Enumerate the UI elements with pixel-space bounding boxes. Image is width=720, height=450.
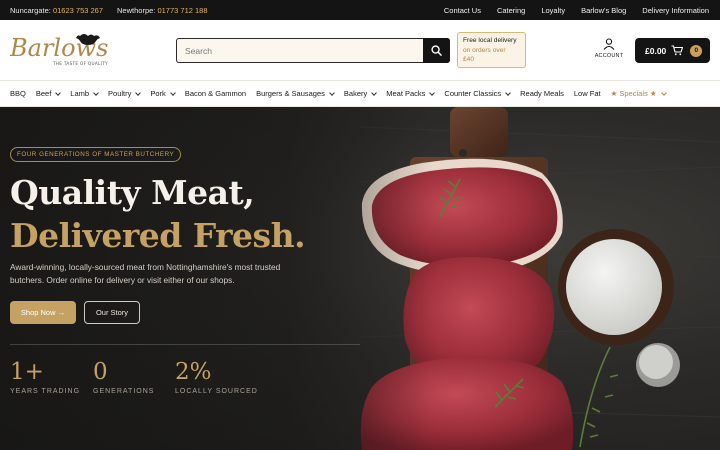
nav-item-burgers-sausages[interactable]: Burgers & Sausages — [256, 89, 335, 98]
utility-links: Contact Us Catering Loyalty Barlow's Blo… — [444, 0, 709, 20]
user-icon — [603, 38, 615, 50]
nav-item-ready-meals[interactable]: Ready Meals — [520, 89, 564, 98]
nav-label: ★ Specials ★ — [610, 89, 657, 98]
search-input[interactable] — [177, 39, 423, 62]
stat-value: 2% — [175, 359, 212, 385]
search-button[interactable] — [423, 38, 450, 63]
nav-label: BBQ — [10, 89, 26, 98]
delivery-information-link[interactable]: Delivery Information — [642, 6, 709, 15]
our-story-button[interactable]: Our Story — [84, 301, 140, 324]
stat-label: LOCALLY SOURCED — [175, 388, 258, 395]
chevron-down-icon — [169, 89, 176, 96]
chevron-down-icon — [660, 89, 667, 96]
search-bar — [176, 38, 450, 63]
shop-phones: Nuncargate: 01623 753 267 Newthorpe: 017… — [10, 0, 208, 20]
hero-banner: FOUR GENERATIONS OF MASTER BUTCHERY Qual… — [0, 107, 720, 450]
delivery-promo-line3: £40 — [463, 56, 475, 63]
nav-item-low-fat[interactable]: Low Fat — [574, 89, 601, 98]
nav-item-bbq[interactable]: BBQ — [10, 89, 26, 98]
search-icon — [431, 45, 442, 56]
nav-item-bacon-gammon[interactable]: Bacon & Gammon — [185, 89, 246, 98]
nav-item-counter-classics[interactable]: Counter Classics — [444, 89, 511, 98]
site-header: Barlows THE TASTE OF QUALITY Free local … — [0, 20, 720, 81]
newthorpe-contact: Newthorpe: 01773 712 188 — [117, 6, 208, 15]
top-bar: Nuncargate: 01623 753 267 Newthorpe: 017… — [0, 0, 720, 20]
nav-item-beef[interactable]: Beef — [35, 89, 62, 98]
nav-label: Ready Meals — [520, 89, 564, 98]
nav-item-bakery[interactable]: Bakery — [343, 89, 378, 98]
chevron-down-icon — [93, 89, 99, 96]
account-link[interactable]: ACCOUNT — [590, 36, 628, 66]
account-label: ACCOUNT — [594, 53, 624, 59]
stat-value: 0 — [93, 359, 108, 385]
stat-value: 1+ — [10, 359, 44, 385]
newthorpe-phone-link[interactable]: 01773 712 188 — [157, 6, 207, 15]
nuncargate-phone-link[interactable]: 01623 753 267 — [53, 6, 103, 15]
chevron-down-icon — [55, 89, 62, 96]
cart-button[interactable]: £0.00 0 — [635, 38, 710, 63]
loyalty-link[interactable]: Loyalty — [541, 6, 565, 15]
cart-total: £0.00 — [645, 45, 667, 56]
stat-label: YEARS TRADING — [10, 388, 81, 395]
stat-years-trading: 1+ YEARS TRADING — [10, 359, 80, 395]
nuncargate-contact: Nuncargate: 01623 753 267 — [10, 6, 103, 15]
hero-description: Award-winning, locally-sourced meat from… — [10, 262, 281, 285]
nav-label: Meat Packs — [386, 89, 426, 98]
contact-us-link[interactable]: Contact Us — [444, 6, 481, 15]
nav-item-lamb[interactable]: Lamb — [70, 89, 99, 98]
cart-icon — [671, 45, 684, 56]
nav-label: Burgers & Sausages — [256, 89, 325, 98]
nav-label: Bakery — [343, 89, 368, 98]
delivery-promo-line1: Free local delivery — [463, 37, 517, 44]
nav-label: Beef — [35, 89, 52, 98]
nav-item-specials[interactable]: ★ Specials ★ — [610, 89, 667, 98]
cart-count-badge: 0 — [690, 44, 703, 57]
heritage-badge: FOUR GENERATIONS OF MASTER BUTCHERY — [10, 147, 182, 162]
category-nav: BBQ Beef Lamb Poultry Pork Bacon & Gammo… — [0, 81, 720, 107]
chevron-down-icon — [329, 89, 335, 96]
chevron-down-icon — [135, 89, 142, 96]
blog-link[interactable]: Barlow's Blog — [581, 6, 626, 15]
nav-label: Lamb — [70, 89, 90, 98]
chevron-down-icon — [429, 89, 436, 96]
hero-divider — [10, 344, 360, 345]
hero-headline-line1: Quality Meat, — [10, 173, 255, 212]
hero-headline-line2: Delivered Fresh. — [10, 216, 306, 255]
nav-item-meat-packs[interactable]: Meat Packs — [386, 89, 436, 98]
logo-tagline: THE TASTE OF QUALITY — [52, 61, 108, 66]
nav-label: Pork — [150, 89, 166, 98]
catering-link[interactable]: Catering — [497, 6, 525, 15]
barlows-logo[interactable]: Barlows THE TASTE OF QUALITY — [9, 32, 110, 68]
stat-locally-sourced: 2% LOCALLY SOURCED — [175, 359, 258, 395]
nav-label: Low Fat — [573, 89, 601, 98]
logo-graphic: Barlows THE TASTE OF QUALITY — [9, 34, 108, 66]
nuncargate-label: Nuncargate: — [10, 5, 51, 15]
free-delivery-promo[interactable]: Free local delivery on orders over £40 — [457, 32, 526, 68]
newthorpe-label: Newthorpe: — [117, 5, 156, 15]
delivery-promo-line2: on orders over — [463, 46, 506, 54]
nav-item-poultry[interactable]: Poultry — [108, 89, 142, 98]
nav-label: Counter Classics — [444, 89, 502, 98]
shop-now-button[interactable]: Shop Now → — [10, 301, 76, 324]
stat-label: GENERATIONS — [93, 388, 155, 395]
nav-label: Poultry — [108, 89, 132, 98]
nav-label: Bacon & Gammon — [184, 89, 247, 98]
stat-generations: 0 GENERATIONS — [93, 359, 154, 395]
chevron-down-icon — [505, 89, 511, 96]
chevron-down-icon — [371, 89, 378, 96]
nav-item-pork[interactable]: Pork — [150, 89, 176, 98]
